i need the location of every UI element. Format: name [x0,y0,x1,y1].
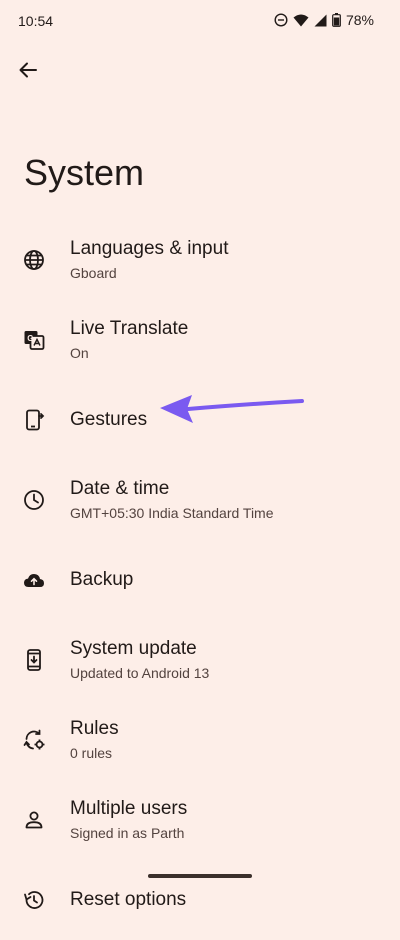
setting-system-update[interactable]: System update Updated to Android 13 [0,620,400,700]
battery-percent: 78% [345,12,374,28]
setting-title: System update [70,638,197,659]
status-icons: 78% [274,12,374,28]
status-time: 10:54 [18,13,54,29]
setting-title: Multiple users [70,798,188,819]
setting-title: Gestures [70,409,148,430]
person-icon [22,808,46,832]
clock-icon [22,488,46,512]
rules-icon [22,728,46,752]
system-update-icon [22,648,46,672]
setting-reset-options[interactable]: Reset options [0,860,400,940]
setting-title: Date & time [70,478,170,499]
setting-title: Reset options [70,889,187,910]
wifi-icon [293,14,309,27]
back-arrow-icon [18,60,38,85]
globe-icon [22,248,46,272]
setting-subtitle: 0 rules [70,745,113,761]
setting-rules[interactable]: Rules 0 rules [0,700,400,780]
translate-icon: G [22,328,46,352]
setting-subtitle: Updated to Android 13 [70,665,210,681]
history-icon [22,888,46,912]
home-indicator[interactable] [148,874,252,878]
battery-icon [332,13,341,27]
setting-subtitle: Signed in as Parth [70,825,185,841]
signal-icon [314,14,327,27]
back-button[interactable] [12,56,44,88]
setting-title: Languages & input [70,238,229,259]
annotation-arrow-icon [160,395,304,423]
svg-text:G: G [27,334,33,343]
setting-live-translate[interactable]: G Live Translate On [0,300,400,380]
dnd-icon [274,13,288,27]
page-title: System [24,152,145,193]
setting-languages-input[interactable]: Languages & input Gboard [0,220,400,300]
setting-backup[interactable]: Backup [0,540,400,620]
setting-subtitle: Gboard [70,265,117,281]
cloud-upload-icon [22,568,46,592]
setting-date-time[interactable]: Date & time GMT+05:30 India Standard Tim… [0,460,400,540]
setting-title: Rules [70,718,119,739]
setting-subtitle: On [70,345,89,361]
setting-title: Live Translate [70,318,189,339]
setting-title: Backup [70,569,134,590]
status-bar: 10:54 78% [0,0,400,44]
setting-subtitle: GMT+05:30 India Standard Time [70,505,274,521]
gestures-icon [22,408,46,432]
setting-multiple-users[interactable]: Multiple users Signed in as Parth [0,780,400,860]
